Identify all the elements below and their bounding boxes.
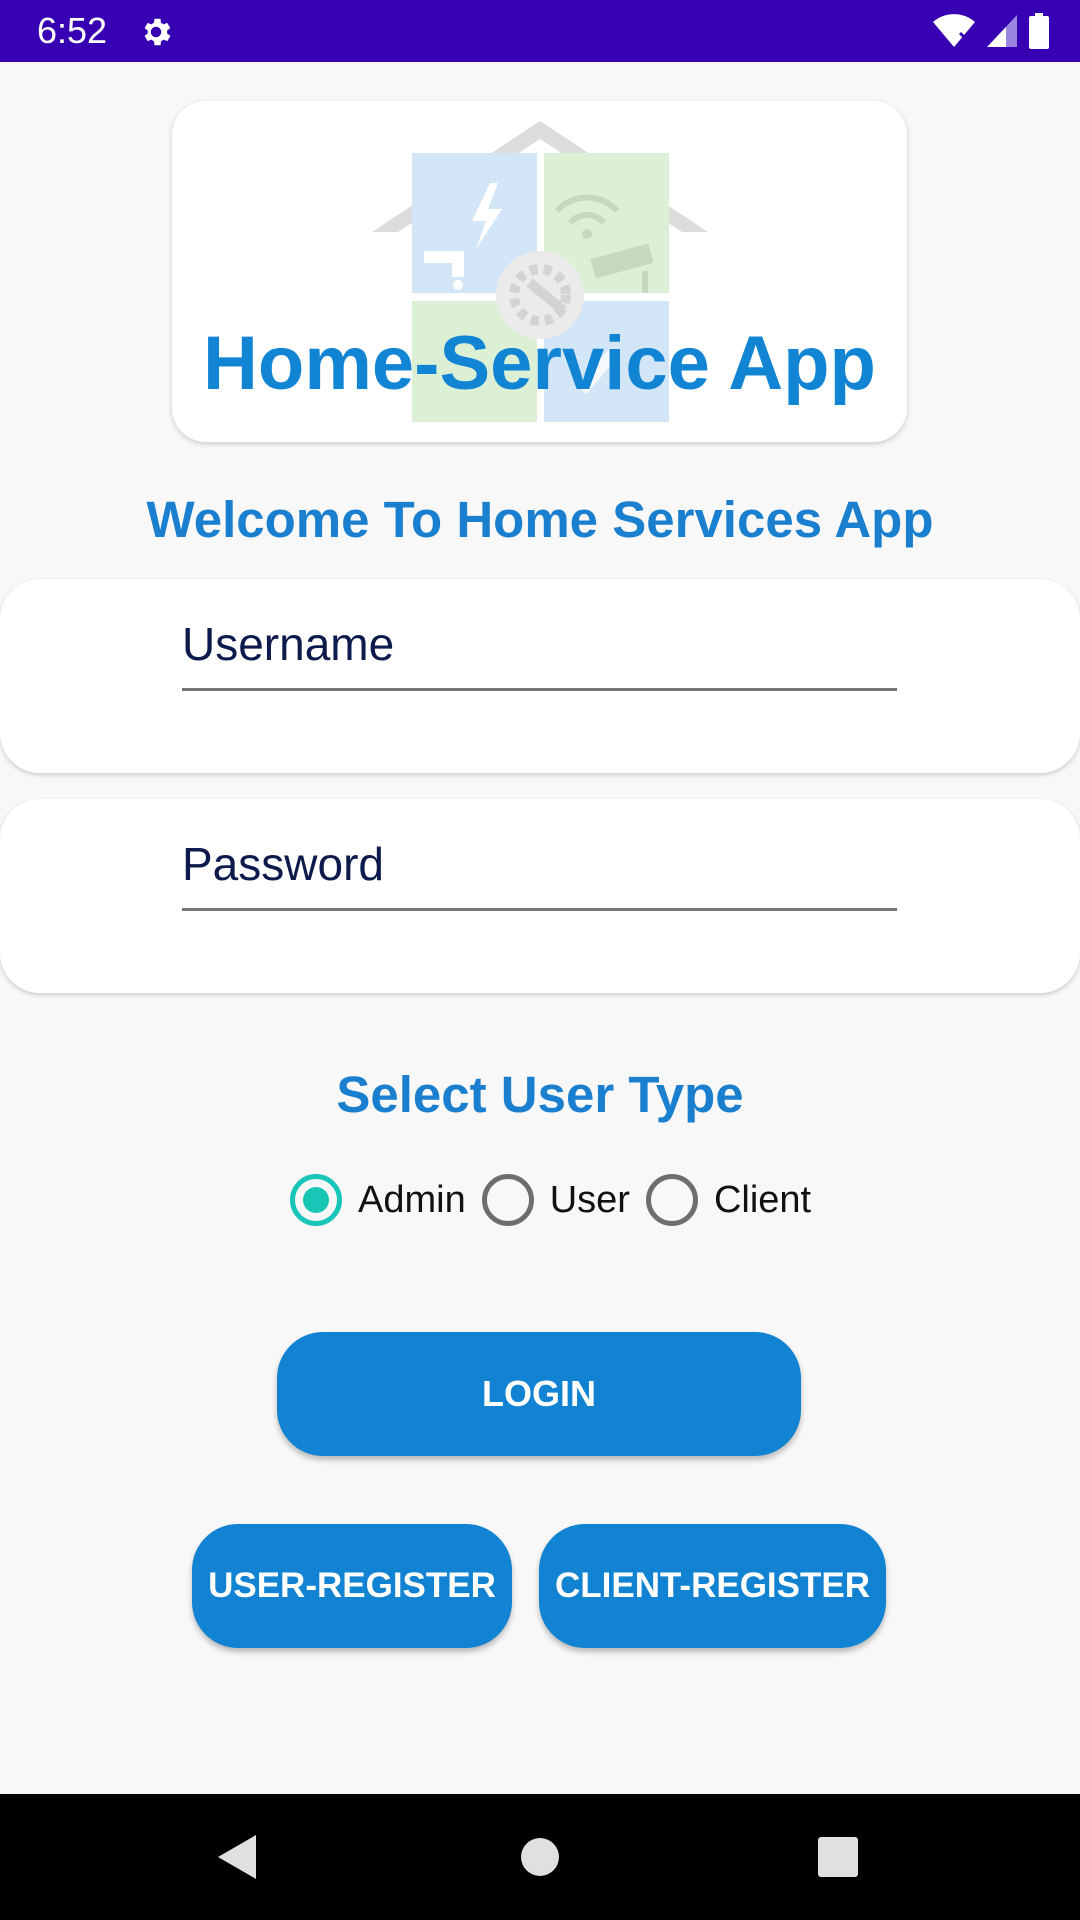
- wifi-icon: [933, 14, 975, 47]
- logo-card: Home-Service App: [172, 101, 907, 442]
- user-register-button[interactable]: USER-REGISTER: [192, 1524, 512, 1648]
- radio-client-label: Client: [713, 1178, 812, 1221]
- radio-admin-label: Admin: [358, 1178, 466, 1221]
- user-type-radio-group: Admin User Client: [290, 1172, 827, 1228]
- radio-unchecked-icon[interactable]: [481, 1174, 534, 1226]
- status-bar: 6:52: [0, 0, 1080, 62]
- username-card: [0, 579, 1080, 773]
- password-input[interactable]: [182, 819, 897, 911]
- battery-icon: [1029, 13, 1049, 49]
- password-card: [0, 799, 1080, 993]
- radio-admin[interactable]: Admin: [290, 1174, 466, 1226]
- radio-client[interactable]: Client: [645, 1174, 812, 1226]
- settings-gear-icon: [144, 18, 171, 46]
- radio-checked-icon[interactable]: [290, 1174, 342, 1226]
- app-title: Home-Service App: [203, 321, 876, 406]
- radio-user[interactable]: User: [481, 1174, 630, 1226]
- radio-user-label: User: [549, 1178, 630, 1221]
- home-icon[interactable]: [510, 1827, 570, 1887]
- radio-unchecked-icon[interactable]: [645, 1174, 698, 1226]
- cell-signal-icon: [987, 15, 1017, 47]
- status-time: 6:52: [37, 10, 108, 51]
- user-type-heading: Select User Type: [336, 1066, 744, 1123]
- login-button[interactable]: LOGIN: [277, 1332, 801, 1456]
- client-register-button[interactable]: CLIENT-REGISTER: [539, 1524, 886, 1648]
- back-icon[interactable]: [208, 1827, 268, 1887]
- welcome-heading: Welcome To Home Services App: [146, 491, 934, 548]
- status-icons: [932, 13, 1050, 49]
- username-input[interactable]: [182, 599, 897, 691]
- navigation-bar: [0, 1794, 1080, 1920]
- recents-icon[interactable]: [808, 1827, 868, 1887]
